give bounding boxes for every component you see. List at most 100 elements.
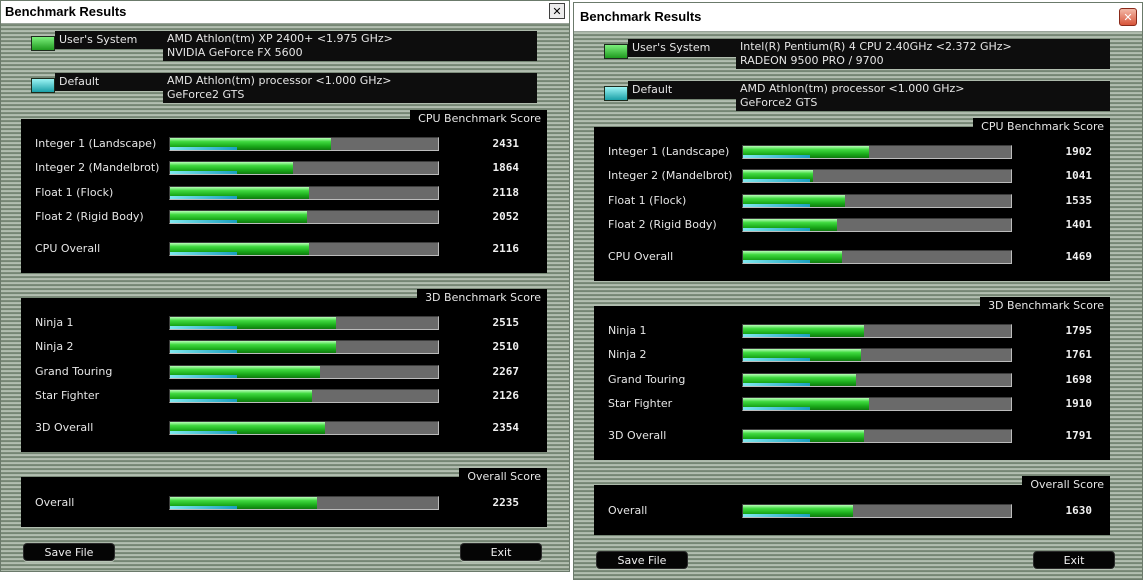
score-value: 1795 — [1065, 324, 1093, 337]
users-system-cpu: AMD Athlon(tm) XP 2400+ <1.975 GHz> — [167, 32, 393, 45]
default-system-cpu: AMD Athlon(tm) processor <1.000 GHz> — [167, 74, 392, 87]
score-label: Grand Touring — [608, 373, 686, 386]
score-row: Float 1 (Flock) 2118 — [21, 185, 547, 201]
score-value: 1902 — [1065, 145, 1093, 158]
score-label: 3D Overall — [608, 429, 667, 442]
users-system-swatch — [31, 36, 55, 51]
score-row: Float 2 (Rigid Body) 1401 — [594, 217, 1110, 233]
score-row: Float 2 (Rigid Body) 2052 — [21, 209, 547, 225]
score-bar — [169, 421, 439, 435]
score-value: 2267 — [492, 365, 520, 378]
default-system-swatch — [604, 86, 628, 101]
default-bar-fill — [170, 220, 237, 223]
score-label: CPU Overall — [35, 242, 101, 255]
close-icon[interactable]: ✕ — [549, 3, 565, 19]
score-label: Integer 2 (Mandelbrot) — [35, 161, 160, 174]
users-system-cpu: Intel(R) Pentium(R) 4 CPU 2.40GHz <2.372… — [740, 40, 1012, 53]
benchmark-results-window-left: Benchmark Results ✕ User's System AMD At… — [0, 0, 570, 572]
score-label: Float 1 (Flock) — [35, 186, 114, 199]
exit-button[interactable]: Exit — [1033, 551, 1115, 569]
default-bar-fill — [743, 228, 810, 231]
score-value: 2126 — [492, 389, 520, 402]
default-bar-fill — [743, 383, 810, 386]
title-bar[interactable]: Benchmark Results ✕ — [574, 3, 1142, 32]
score-bar — [742, 348, 1012, 362]
score-value: 1698 — [1065, 373, 1093, 386]
cpu-benchmark-panel: CPU Benchmark Score Integer 1 (Landscape… — [21, 110, 547, 273]
score-label: Float 1 (Flock) — [608, 194, 687, 207]
users-system-row: User's System Intel(R) Pentium(R) 4 CPU … — [604, 39, 1110, 69]
score-bar — [742, 145, 1012, 159]
overall-score-panel: Overall Score Overall 1630 — [594, 476, 1110, 535]
save-file-button[interactable]: Save File — [596, 551, 688, 569]
cpu-overall-row: CPU Overall 1469 — [594, 249, 1110, 265]
default-bar-fill — [170, 350, 237, 353]
score-label: Star Fighter — [35, 389, 100, 402]
benchmark-results-window-right: Benchmark Results ✕ User's System Intel(… — [573, 2, 1143, 580]
score-row: Integer 2 (Mandelbrot) 1864 — [21, 160, 547, 176]
score-label: Star Fighter — [608, 397, 673, 410]
score-label: 3D Overall — [35, 421, 94, 434]
score-bar — [169, 389, 439, 403]
score-value: 1864 — [492, 161, 520, 174]
score-value: 2510 — [492, 340, 520, 353]
score-row: Star Fighter 1910 — [594, 396, 1110, 412]
default-bar-fill — [743, 179, 810, 182]
score-row: Integer 1 (Landscape) 1902 — [594, 144, 1110, 160]
default-bar-fill — [170, 171, 237, 174]
default-bar-fill — [170, 147, 237, 150]
save-file-button[interactable]: Save File — [23, 543, 115, 561]
window-title: Benchmark Results — [5, 4, 127, 19]
score-row: Float 1 (Flock) 1535 — [594, 193, 1110, 209]
score-label: Integer 1 (Landscape) — [608, 145, 730, 158]
overall-score-panel: Overall Score Overall 2235 — [21, 468, 547, 527]
score-bar — [742, 218, 1012, 232]
score-value: 2116 — [492, 242, 520, 255]
title-bar[interactable]: Benchmark Results ✕ — [1, 1, 569, 24]
score-value: 1910 — [1065, 397, 1093, 410]
users-system-label: User's System — [55, 31, 179, 49]
default-bar-fill — [743, 358, 810, 361]
score-value: 2515 — [492, 316, 520, 329]
score-value: 1630 — [1065, 504, 1093, 517]
default-bar-fill — [743, 439, 810, 442]
3d-overall-row: 3D Overall 1791 — [594, 428, 1110, 444]
score-bar — [742, 250, 1012, 264]
exit-button[interactable]: Exit — [460, 543, 542, 561]
score-bar — [742, 429, 1012, 443]
default-bar-fill — [743, 155, 810, 158]
score-label: Overall — [608, 504, 648, 517]
score-value: 2235 — [492, 496, 520, 509]
score-row: Star Fighter 2126 — [21, 388, 547, 404]
default-bar-fill — [743, 407, 810, 410]
close-icon[interactable]: ✕ — [1119, 8, 1137, 26]
score-label: Float 2 (Rigid Body) — [35, 210, 144, 223]
overall-score-title: Overall Score — [1022, 476, 1110, 493]
default-bar-fill — [170, 326, 237, 329]
score-value: 1535 — [1065, 194, 1093, 207]
default-bar-fill — [743, 204, 810, 207]
score-value: 1791 — [1065, 429, 1093, 442]
score-bar — [742, 504, 1012, 518]
3d-benchmark-title: 3D Benchmark Score — [980, 297, 1110, 314]
score-bar — [169, 496, 439, 510]
default-bar-fill — [170, 399, 237, 402]
default-bar-fill — [743, 260, 810, 263]
score-bar — [169, 242, 439, 256]
default-system-info: AMD Athlon(tm) processor <1.000 GHz> GeF… — [736, 81, 1110, 111]
score-row: Integer 2 (Mandelbrot) 1041 — [594, 168, 1110, 184]
default-system-label: Default — [628, 81, 752, 99]
cpu-benchmark-title: CPU Benchmark Score — [973, 118, 1110, 135]
score-value: 2118 — [492, 186, 520, 199]
score-value: 2052 — [492, 210, 520, 223]
default-bar-fill — [170, 252, 237, 255]
score-value: 1041 — [1065, 169, 1093, 182]
users-system-label: User's System — [628, 39, 752, 57]
score-bar — [169, 365, 439, 379]
default-system-gpu: GeForce2 GTS — [740, 96, 818, 109]
score-bar — [169, 186, 439, 200]
default-bar-fill — [170, 196, 237, 199]
default-system-info: AMD Athlon(tm) processor <1.000 GHz> GeF… — [163, 73, 537, 103]
score-row: Ninja 1 1795 — [594, 323, 1110, 339]
score-bar — [742, 373, 1012, 387]
